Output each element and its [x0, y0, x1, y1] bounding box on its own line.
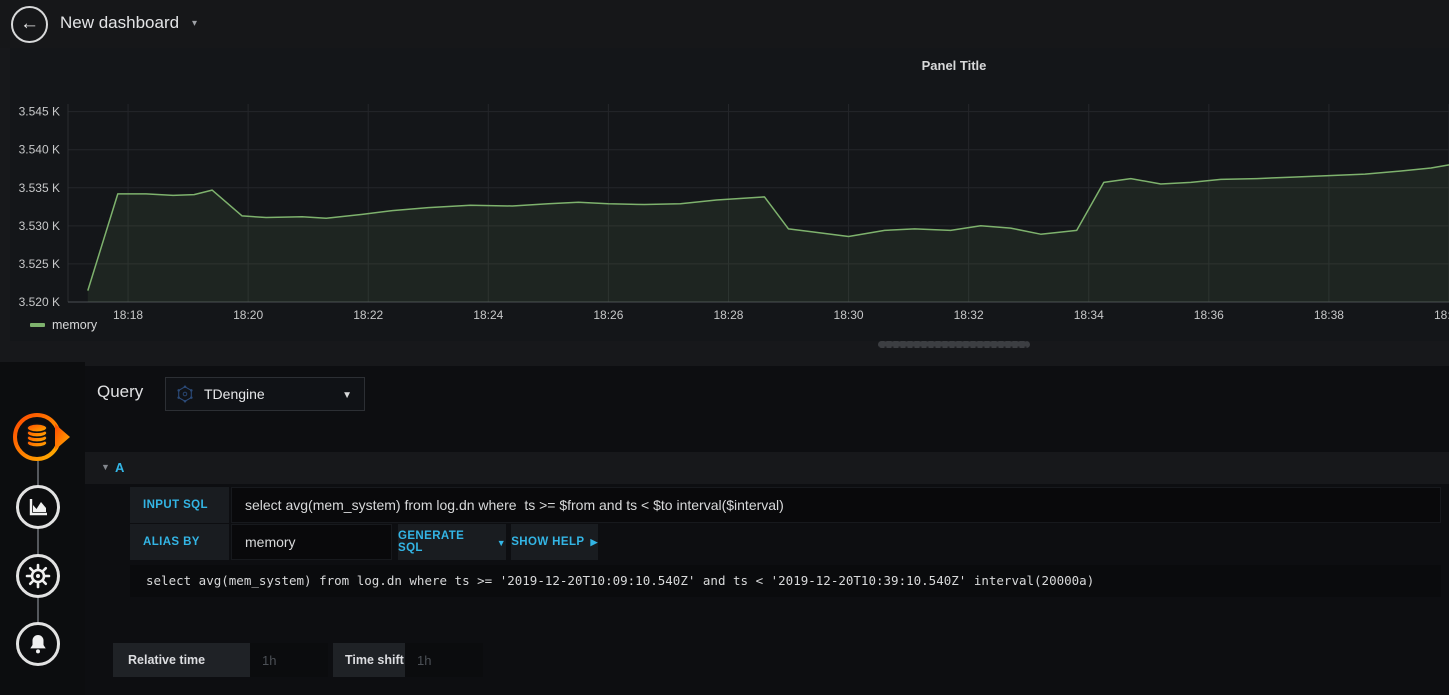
arrow-left-icon: ← — [20, 12, 39, 34]
tab-alert[interactable] — [16, 622, 60, 666]
legend-swatch — [30, 323, 45, 327]
dashboard-title[interactable]: New dashboard — [60, 13, 179, 33]
generate-sql-button[interactable]: GENERATE SQL ▼ — [398, 524, 506, 560]
relative-time-input[interactable] — [250, 643, 328, 677]
svg-text:3.540 K: 3.540 K — [19, 143, 60, 157]
chevron-down-icon: ▼ — [342, 390, 352, 401]
query-row-header[interactable]: ▼ A — [85, 452, 1449, 484]
graph-panel: Panel Title 18:18 18:20 18:22 18:24 18:26 18:… — [10, 48, 1449, 341]
tdengine-logo-icon — [177, 385, 193, 403]
bell-icon — [30, 635, 46, 654]
tab-visualization[interactable] — [16, 485, 60, 529]
relative-time-label: Relative time — [113, 643, 250, 677]
datasource-name: TDengine — [204, 386, 265, 402]
time-shift-label: Time shift — [333, 643, 405, 677]
datasource-picker[interactable]: TDengine ▼ — [165, 377, 365, 411]
svg-text:3.525 K: 3.525 K — [19, 257, 60, 271]
show-help-button[interactable]: SHOW HELP ▶ — [511, 524, 598, 560]
svg-text:18:26: 18:26 — [593, 308, 623, 322]
tab-connector — [37, 598, 39, 624]
generated-sql-preview: select avg(mem_system) from log.dn where… — [130, 565, 1441, 597]
panel-resize-handle[interactable] — [878, 341, 1030, 348]
svg-text:18:24: 18:24 — [473, 308, 503, 322]
legend-item-memory[interactable]: memory — [30, 318, 97, 332]
time-shift-input[interactable] — [405, 643, 483, 677]
tab-queries[interactable] — [10, 409, 72, 465]
generate-sql-label: GENERATE SQL — [398, 530, 465, 554]
svg-text:18:20: 18:20 — [233, 308, 263, 322]
svg-text:18:32: 18:32 — [954, 308, 984, 322]
chevron-right-icon: ▶ — [590, 537, 598, 547]
alias-by-label: ALIAS BY — [130, 524, 229, 560]
svg-text:3.545 K: 3.545 K — [19, 105, 60, 119]
top-navbar: ← New dashboard ▾ — [0, 0, 1449, 48]
query-ref-id: A — [115, 460, 125, 475]
input-sql-label: INPUT SQL — [130, 487, 229, 523]
tab-general[interactable] — [16, 554, 60, 598]
svg-text:18:38: 18:38 — [1314, 308, 1344, 322]
chart-icon — [29, 499, 47, 516]
panel-title[interactable]: Panel Title — [922, 58, 987, 73]
svg-text:18:36: 18:36 — [1194, 308, 1224, 322]
tab-connector — [37, 529, 39, 555]
svg-text:3.535 K: 3.535 K — [19, 181, 60, 195]
query-section-label: Query — [97, 382, 144, 401]
svg-text:18:40: 18:40 — [1434, 308, 1449, 322]
alias-by-field[interactable] — [231, 524, 392, 560]
show-help-label: SHOW HELP — [511, 536, 585, 548]
back-button[interactable]: ← — [11, 6, 48, 43]
svg-text:18:22: 18:22 — [353, 308, 383, 322]
line-chart[interactable]: 18:18 18:20 18:22 18:24 18:26 18:28 18:30 18:32… — [10, 96, 1449, 331]
chevron-down-icon: ▼ — [496, 537, 506, 548]
svg-text:18:18: 18:18 — [113, 308, 143, 322]
database-icon — [13, 413, 70, 461]
collapse-caret-icon: ▼ — [101, 462, 110, 472]
gear-icon — [25, 563, 51, 589]
legend-label: memory — [52, 318, 98, 332]
svg-text:18:34: 18:34 — [1074, 308, 1104, 322]
query-editor-section: Query TDengine ▼ ▼ A INPUT SQL ALIAS BY … — [85, 366, 1449, 695]
svg-text:3.520 K: 3.520 K — [19, 295, 60, 309]
svg-text:18:30: 18:30 — [834, 308, 864, 322]
chevron-down-icon: ▾ — [192, 18, 198, 29]
svg-text:18:28: 18:28 — [713, 308, 743, 322]
svg-text:3.530 K: 3.530 K — [19, 219, 60, 233]
input-sql-field[interactable] — [231, 487, 1441, 523]
